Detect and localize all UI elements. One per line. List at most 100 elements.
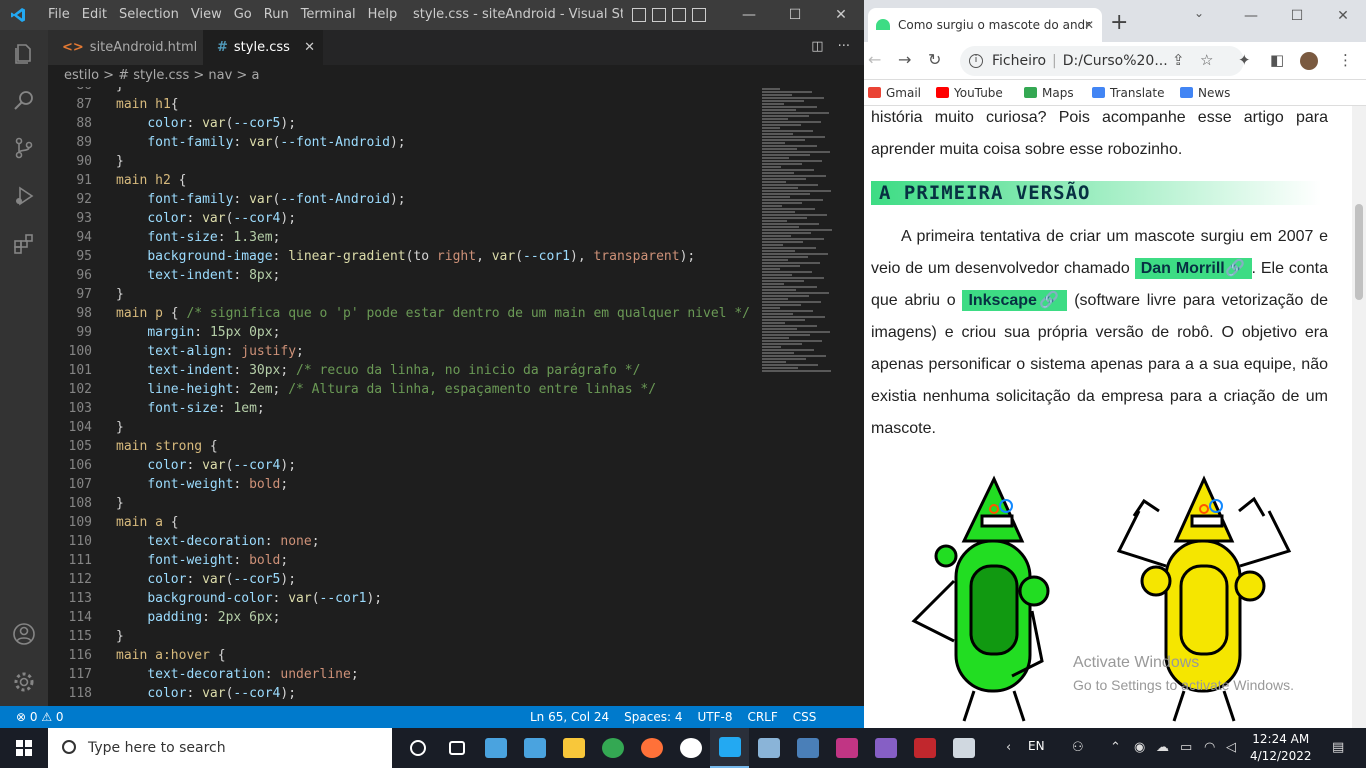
code-line[interactable]: main a:hover { [116,648,226,663]
code-line[interactable]: text-indent: 8px; [116,268,280,283]
minimize-button[interactable]: — [1228,0,1274,32]
bookmark-news[interactable]: News [1180,86,1230,100]
bookmark-youtube[interactable]: YouTube [936,86,1003,100]
forward-icon[interactable]: → [898,50,911,69]
code-line[interactable]: margin: 15px 0px; [116,325,280,340]
customize-layout-icon[interactable] [692,8,706,22]
status-item[interactable]: UTF-8 [697,706,732,728]
code-line[interactable]: } [116,420,124,435]
code-line[interactable]: } [116,287,124,302]
code-line[interactable]: main h2 { [116,173,186,188]
code-line[interactable]: } [116,629,124,644]
tab-siteandroid-html[interactable]: <> siteAndroid.html [48,30,203,65]
toggle-secondary-sidebar-icon[interactable] [672,8,686,22]
menu-item-edit[interactable]: Edit [76,0,113,30]
back-icon[interactable]: ← [868,50,881,69]
battery-icon[interactable]: ▭ [1180,740,1192,755]
taskbar-app-file-explorer[interactable] [554,728,593,768]
taskbar-app-access[interactable] [905,728,944,768]
code-line[interactable]: color: var(--cor5); [116,116,296,131]
tray-chevron-icon[interactable]: ‹ [1006,740,1011,755]
status-item[interactable]: CSS [793,706,817,728]
maximize-button[interactable]: ☐ [1274,0,1320,32]
chrome-menu-icon[interactable]: ⋮ [1338,51,1353,69]
notifications-icon[interactable]: ▤ [1332,740,1344,755]
link-inkscape[interactable]: Inkscape🔗 [962,290,1068,311]
taskbar-app-visual-studio[interactable] [866,728,905,768]
code-line[interactable]: } [116,87,124,93]
close-tab-icon[interactable]: ✕ [1084,8,1094,42]
new-tab-button[interactable]: + [1110,10,1128,35]
close-button[interactable]: ✕ [1320,0,1366,32]
link-dan-morrill[interactable]: Dan Morrill🔗 [1134,258,1252,279]
code-line[interactable]: text-decoration: none; [116,534,319,549]
close-tab-icon[interactable]: ✕ [304,30,315,65]
code-line[interactable]: main a { [116,515,179,530]
taskbar-app-paint[interactable] [944,728,983,768]
accounts-icon[interactable] [12,622,36,646]
code-line[interactable]: font-weight: bold; [116,553,288,568]
split-editor-icon[interactable]: ◫ [811,39,823,54]
taskbar-app-chrome[interactable] [593,728,632,768]
manage-gear-icon[interactable] [12,670,36,694]
tab-style-css[interactable]: # style.css ✕ [203,30,323,65]
status-item[interactable]: Spaces: 4 [624,706,682,728]
people-icon[interactable]: ⚇ [1072,740,1084,755]
code-line[interactable]: text-align: justify; [116,344,304,359]
explorer-icon[interactable] [12,42,36,66]
code-line[interactable]: font-weight: bold; [116,477,288,492]
breadcrumb[interactable]: estilo > # style.css > nav > a [48,65,864,87]
taskbar-app-this-pc[interactable] [515,728,554,768]
share-icon[interactable]: ⇪ [1172,51,1185,69]
scroll-thumb[interactable] [1355,204,1363,300]
language-indicator[interactable]: EN [1028,739,1045,753]
problems-indicator[interactable]: ⊗ 0 ⚠ 0 [16,706,64,728]
code-line[interactable]: } [116,154,124,169]
code-line[interactable]: color: var(--cor4); [116,458,296,473]
more-actions-icon[interactable]: ··· [838,39,850,54]
clock[interactable]: 12:24 AM 4/12/2022 [1250,731,1312,765]
menu-item-help[interactable]: Help [362,0,404,30]
show-hidden-icons[interactable]: ⌃ [1110,740,1121,755]
wifi-icon[interactable]: ◠ [1204,740,1215,755]
code-line[interactable]: padding: 2px 6px; [116,610,280,625]
code-line[interactable]: line-height: 2em; /* Altura da linha, es… [116,382,656,397]
code-line[interactable]: font-size: 1.3em; [116,230,280,245]
code-line[interactable]: background-image: linear-gradient(to rig… [116,249,695,264]
extensions-puzzle-icon[interactable]: ✦ [1238,51,1251,69]
menu-item-terminal[interactable]: Terminal [295,0,362,30]
taskbar-app-task-view[interactable] [437,728,476,768]
taskbar-search[interactable]: Type here to search [48,728,392,768]
toggle-sidebar-icon[interactable] [632,8,646,22]
maximize-button[interactable]: ☐ [772,0,818,30]
editor-scrollbar[interactable] [850,87,864,706]
profile-avatar[interactable] [1300,52,1318,70]
code-line[interactable]: color: var(--cor4); [116,686,296,701]
bookmark-gmail[interactable]: Gmail [868,86,921,100]
code-line[interactable]: font-size: 1em; [116,401,264,416]
source-control-icon[interactable] [12,136,36,160]
code-line[interactable]: font-family: var(--font-Android); [116,192,405,207]
menu-item-go[interactable]: Go [228,0,258,30]
taskbar-app-firefox[interactable] [632,728,671,768]
taskbar-app-virtualbox[interactable] [749,728,788,768]
bookmark-translate[interactable]: Translate [1092,86,1165,100]
menu-item-file[interactable]: File [42,0,76,30]
taskbar-app-cortana[interactable] [398,728,437,768]
toggle-panel-icon[interactable] [652,8,666,22]
windows-start-icon[interactable] [0,728,48,768]
run-debug-icon[interactable] [12,184,36,208]
tab-search-icon[interactable]: ⌄ [1194,6,1204,20]
code-line[interactable]: font-family: var(--font-Android); [116,135,405,150]
taskbar-app-app-w[interactable] [827,728,866,768]
code-line[interactable]: text-decoration: underline; [116,667,358,682]
page-scrollbar[interactable] [1352,106,1366,728]
taskbar-app-vscode[interactable] [710,728,749,768]
minimize-button[interactable]: — [726,0,772,30]
browser-tab[interactable]: Como surgiu o mascote do andr ✕ [868,8,1102,42]
camera-icon[interactable]: ◉ [1134,740,1145,755]
code-line[interactable]: main p { /* significa que o 'p' pode est… [116,306,750,321]
code-line[interactable]: main h1{ [116,97,179,112]
vscode-logo-icon[interactable] [10,7,26,23]
reload-icon[interactable]: ↻ [928,50,941,69]
